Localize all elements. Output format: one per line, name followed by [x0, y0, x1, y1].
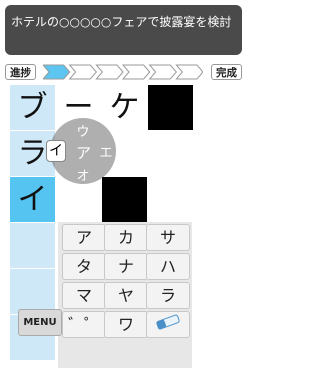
- grid-cell[interactable]: [102, 177, 147, 222]
- menu-button[interactable]: MENU: [18, 309, 62, 336]
- progress-end-label: 完成: [211, 64, 242, 80]
- flick-down-char[interactable]: オ: [76, 165, 90, 184]
- progress-segment: [121, 64, 151, 80]
- clue-text: ホテルの○○○○○フェアで披露宴を検討: [11, 15, 232, 29]
- flick-up-char[interactable]: ウ: [76, 121, 90, 140]
- progress-segment: [175, 64, 203, 80]
- progress-segment: [148, 64, 177, 80]
- grid-cell[interactable]: [194, 85, 239, 130]
- progress-segment: [43, 64, 71, 80]
- eraser-icon[interactable]: [146, 311, 190, 338]
- kana-key[interactable]: タ: [62, 253, 106, 280]
- grid-cell[interactable]: [194, 177, 239, 222]
- progress-chevrons: [43, 64, 203, 80]
- grid-cell[interactable]: [10, 223, 55, 268]
- progress-start-label: 進捗: [5, 64, 36, 80]
- flick-right-char[interactable]: エ: [99, 142, 113, 161]
- progress-bar: 進捗 完成: [0, 61, 247, 83]
- kana-key[interactable]: サ: [146, 224, 190, 251]
- grid-cell[interactable]: [194, 223, 239, 268]
- flick-left-char[interactable]: イ: [46, 140, 66, 162]
- grid-cell[interactable]: ブ: [10, 85, 55, 130]
- grid-cell[interactable]: [148, 177, 193, 222]
- progress-segment: [95, 64, 124, 80]
- kana-key[interactable]: ゛゜: [62, 311, 106, 338]
- kana-key[interactable]: ワ: [104, 311, 148, 338]
- progress-segment: [68, 64, 97, 80]
- grid-cell[interactable]: [148, 131, 193, 176]
- kana-key[interactable]: ア: [62, 224, 106, 251]
- kana-key[interactable]: マ: [62, 282, 106, 309]
- clue-bar: ホテルの○○○○○フェアで披露宴を検討: [5, 5, 242, 55]
- kana-key[interactable]: ナ: [104, 253, 148, 280]
- grid-cell[interactable]: [10, 269, 55, 314]
- kana-key[interactable]: ハ: [146, 253, 190, 280]
- kana-key[interactable]: ヤ: [104, 282, 148, 309]
- kana-key[interactable]: カ: [104, 224, 148, 251]
- flick-input-popup[interactable]: ウ ア エ オ イ: [46, 118, 116, 184]
- grid-cell[interactable]: [148, 85, 193, 130]
- grid-cell[interactable]: [194, 269, 239, 314]
- grid-cell[interactable]: [194, 131, 239, 176]
- grid-cell[interactable]: イ: [10, 177, 55, 222]
- flick-center-char[interactable]: ア: [76, 142, 91, 163]
- grid-cell[interactable]: ケ: [102, 85, 147, 130]
- grid-cell[interactable]: [194, 315, 239, 360]
- kana-key[interactable]: ラ: [146, 282, 190, 309]
